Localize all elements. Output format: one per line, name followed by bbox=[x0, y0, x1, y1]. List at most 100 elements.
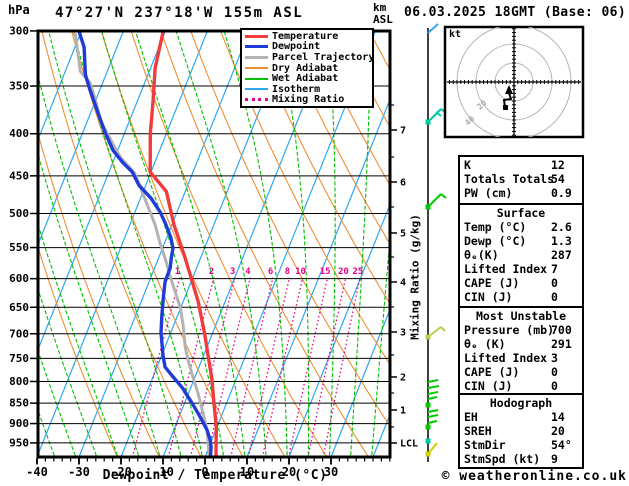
legend-item: Wet Adiabat bbox=[245, 73, 372, 84]
surface-box-title: Surface bbox=[496, 206, 546, 220]
panel-row-value: 3 bbox=[551, 351, 558, 366]
panel-row-value: 287 bbox=[551, 248, 572, 263]
legend-swatch-dry-adiabat bbox=[245, 67, 268, 70]
legend-item: Temperature bbox=[245, 31, 372, 42]
temp-tick-label: -30 bbox=[68, 465, 90, 479]
km-tick-label: 7 bbox=[400, 126, 406, 137]
indices-box: K 12 Totals Totals 54 PW (cm) 0.9 bbox=[458, 155, 584, 205]
panel-row-label: θₑ (K) bbox=[464, 337, 506, 352]
panel-row-value: 54° bbox=[551, 438, 572, 453]
parcel-trajectory-curve bbox=[73, 33, 211, 457]
panel-row: Temp (°C) 2.6 bbox=[460, 220, 582, 234]
wet-adiabat-line bbox=[48, 31, 182, 457]
panel-row-label: CIN (J) bbox=[464, 290, 513, 305]
km-tick-label: 1 bbox=[400, 406, 406, 417]
panel-row-label: PW (cm) bbox=[464, 186, 513, 201]
km-tick-label: 3 bbox=[400, 328, 406, 339]
panel-row-label: Lifted Index bbox=[464, 262, 548, 277]
panel-row: CAPE (J) 0 bbox=[460, 365, 582, 379]
mixing-ratio-line bbox=[230, 277, 274, 457]
mixing-ratio-value-label: 8 bbox=[285, 267, 290, 277]
mixing-ratio-value-label: 10 bbox=[295, 267, 306, 277]
mixing-ratio-value-label: 4 bbox=[245, 267, 251, 277]
panel-row-value: 14 bbox=[551, 410, 565, 424]
pressure-tick-label: 850 bbox=[9, 397, 29, 410]
pressure-tick-label: 800 bbox=[9, 375, 29, 388]
panel-row-value: 1.3 bbox=[551, 234, 572, 249]
panel-row: Lifted Index 7 bbox=[460, 262, 582, 276]
wind-barb bbox=[440, 326, 446, 332]
panel-row-label: Lifted Index bbox=[464, 351, 548, 366]
run-datetime: 06.03.2025 18GMT (Base: 06) bbox=[404, 5, 627, 20]
legend-item: Parcel Trajectory bbox=[245, 52, 374, 63]
panel-row: CIN (J) 0 bbox=[460, 379, 582, 393]
panel-row-value: 0 bbox=[551, 290, 558, 305]
dewpoint-curve bbox=[77, 31, 213, 457]
panel-row: Totals Totals 54 bbox=[460, 172, 582, 186]
panel-row-label: Pressure (mb) bbox=[464, 323, 555, 337]
panel-row: Pressure (mb) 700 bbox=[460, 323, 582, 337]
wind-barb-marker bbox=[425, 119, 431, 125]
surface-box: Surface Temp (°C) 2.6 Dewp (°C) 1.3 θₑ(K) 287… bbox=[458, 203, 584, 308]
pressure-tick-label: 750 bbox=[9, 352, 29, 365]
pressure-tick-label: 600 bbox=[9, 272, 29, 285]
mixing-ratio-value-label: 15 bbox=[320, 267, 331, 277]
temp-tick-label: -40 bbox=[26, 465, 48, 479]
km-tick-label: LCL bbox=[400, 439, 418, 450]
panel-row-label: EH bbox=[464, 410, 478, 424]
altitude-axis-unit: km ASL bbox=[373, 2, 393, 26]
wind-barb bbox=[427, 396, 438, 400]
wind-barb bbox=[427, 391, 439, 395]
panel-row: SREH 20 bbox=[460, 424, 582, 438]
mixing-ratio-axis-label: Mixing Ratio (g/kg) bbox=[408, 214, 422, 340]
panel-row: CIN (J) 0 bbox=[460, 290, 582, 304]
sounding-page: 1 2 3 4 6 8 10 15 20 25 300 350 400 450 500 550 600 650 70… bbox=[0, 0, 629, 486]
panel-row: K 12 bbox=[460, 158, 582, 172]
wet-adiabat-line bbox=[134, 31, 246, 457]
km-tick-label: 5 bbox=[400, 229, 406, 240]
mixing-ratio-value-label: 1 bbox=[175, 267, 180, 277]
pressure-tick-label: 900 bbox=[9, 417, 29, 430]
legend-item: Dewpoint bbox=[245, 41, 372, 52]
pressure-tick-label: 400 bbox=[9, 127, 29, 140]
panel-row: θₑ(K) 287 bbox=[460, 248, 582, 262]
mixing-ratio-value-label: 3 bbox=[230, 267, 235, 277]
legend-item: Isotherm bbox=[245, 84, 372, 95]
pressure-tick-label: 300 bbox=[9, 24, 29, 37]
wind-barb-marker bbox=[425, 402, 431, 408]
mixing-ratio-value-label: 6 bbox=[268, 267, 273, 277]
wind-barb bbox=[440, 193, 447, 199]
pressure-tick-label: 450 bbox=[9, 169, 29, 182]
panel-row: PW (cm) 0.9 bbox=[460, 186, 582, 200]
panel-row: EH 14 bbox=[460, 410, 582, 424]
panel-row: StmDir 54° bbox=[460, 438, 582, 452]
legend-swatch-temperature bbox=[245, 34, 268, 38]
panel-row-label: StmDir bbox=[464, 438, 506, 453]
wind-barb bbox=[427, 414, 439, 418]
panel-row-label: StmSpd (kt) bbox=[464, 452, 541, 467]
asl-unit: ASL bbox=[373, 13, 393, 26]
panel-row-label: Totals Totals bbox=[464, 172, 555, 187]
panel-row-label: CAPE (J) bbox=[464, 276, 520, 291]
legend: Temperature Dewpoint Parcel Trajectory Dry … bbox=[240, 28, 374, 109]
panel-row-label: Temp (°C) bbox=[464, 220, 527, 234]
legend-item: Mixing Ratio bbox=[245, 94, 372, 105]
most-unstable-box: Most Unstable Pressure (mb) 700 θₑ (K) 291 L… bbox=[458, 306, 584, 397]
pressure-tick-label: 500 bbox=[9, 207, 29, 220]
panel-row-label: CIN (J) bbox=[464, 379, 513, 394]
panel-row-label: CAPE (J) bbox=[464, 365, 520, 380]
wind-barb-marker bbox=[425, 451, 431, 457]
pressure-tick-label: 950 bbox=[9, 436, 29, 449]
temperature-axis-label: Dewpoint / Temperature (°C) bbox=[102, 468, 328, 483]
legend-swatch-mixing-ratio bbox=[245, 98, 268, 102]
hodograph-stats-box: Hodograph EH 14 SREH 20 StmDir 54° StmSpd (kt)… bbox=[458, 393, 584, 469]
panel-row-value: 54 bbox=[551, 172, 565, 187]
pressure-tick-label: 650 bbox=[9, 301, 29, 314]
panel-row: CAPE (J) 0 bbox=[460, 276, 582, 290]
mixing-ratio-value-label: 20 bbox=[338, 267, 349, 277]
hodograph-box-title: Hodograph bbox=[489, 396, 553, 410]
wind-barb bbox=[427, 385, 440, 389]
panel-row-value: 700 bbox=[551, 323, 572, 337]
copyright: © weatheronline.co.uk bbox=[441, 469, 627, 484]
pressure-tick-label: 700 bbox=[9, 327, 29, 340]
